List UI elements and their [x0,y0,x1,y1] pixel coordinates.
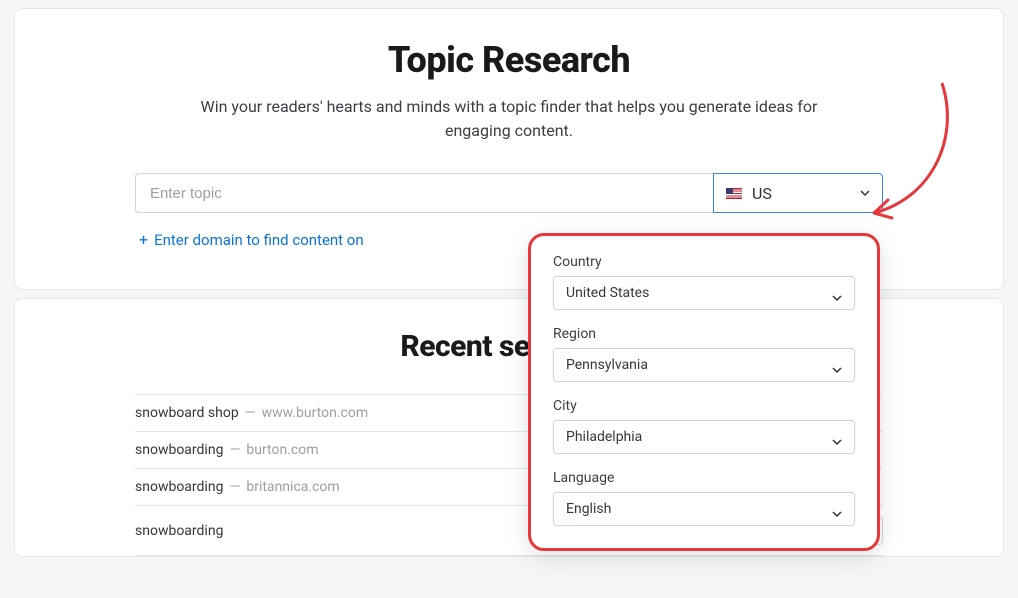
chevron-down-icon [860,188,870,198]
search-term: snowboarding [135,523,223,539]
locale-label: US [752,184,850,203]
search-term: snowboarding [135,479,223,495]
separator: — [245,405,256,421]
search-domain: www.burton.com [262,405,369,421]
language-label: Language [553,470,855,486]
language-select[interactable]: English [553,492,855,526]
locale-select[interactable]: US [713,173,883,213]
search-term: snowboard shop [135,405,239,421]
search-domain: burton.com [246,442,318,458]
separator: — [229,479,240,495]
search-row: US [135,173,883,213]
region-value: Pennsylvania [566,357,832,373]
country-value: United States [566,285,832,301]
country-select[interactable]: United States [553,276,855,310]
city-label: City [553,398,855,414]
search-term: snowboarding [135,442,223,458]
country-label: Country [553,254,855,270]
us-flag-icon [726,188,742,199]
enter-domain-label: Enter domain to find content on [154,231,364,249]
city-value: Philadelphia [566,429,832,445]
region-select[interactable]: Pennsylvania [553,348,855,382]
chevron-down-icon [832,360,842,370]
page-subtitle: Win your readers' hearts and minds with … [169,95,849,143]
chevron-down-icon [832,504,842,514]
search-domain: britannica.com [246,479,339,495]
region-label: Region [553,326,855,342]
city-select[interactable]: Philadelphia [553,420,855,454]
language-value: English [566,501,832,517]
chevron-down-icon [832,432,842,442]
page-title: Topic Research [135,39,883,81]
plus-icon: + [139,232,148,248]
topic-input[interactable] [135,173,713,213]
enter-domain-link[interactable]: + Enter domain to find content on [135,231,364,249]
chevron-down-icon [832,288,842,298]
separator: — [229,442,240,458]
locale-popover: Country United States Region Pennsylvani… [528,233,880,551]
